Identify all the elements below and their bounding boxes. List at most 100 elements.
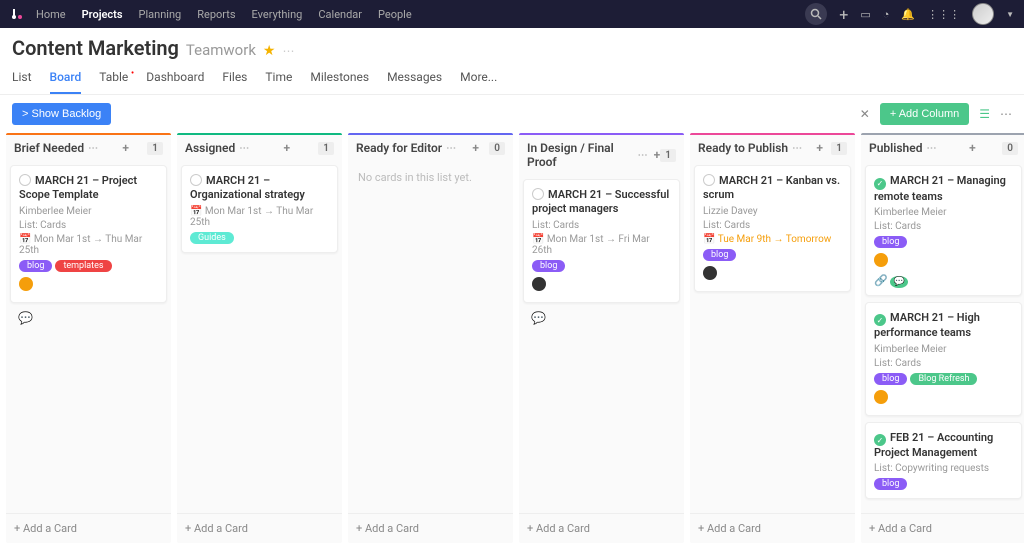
column-more-icon[interactable]: ⋯ <box>926 143 936 154</box>
add-card-button[interactable]: + Add a Card <box>177 513 342 543</box>
folder-icon[interactable]: ▭ <box>860 8 870 21</box>
more-icon[interactable]: ⋯ <box>1000 107 1012 121</box>
tab-board[interactable]: Board <box>50 70 82 94</box>
column-more-icon[interactable]: ⋯ <box>239 143 249 154</box>
tab-list[interactable]: List <box>12 70 32 94</box>
column-title: Ready to Publish <box>698 141 788 155</box>
column-ready-editor: Ready for Editor ⋯ + 0No cards in this l… <box>348 133 513 543</box>
column-more-icon[interactable]: ⋯ <box>88 143 98 154</box>
show-backlog-button[interactable]: > Show Backlog <box>12 103 111 125</box>
app-logo[interactable] <box>10 6 26 22</box>
nav-links: Home Projects Planning Reports Everything Cal… <box>36 8 412 21</box>
column-count: 0 <box>1002 142 1018 155</box>
card[interactable]: MARCH 21 – Kanban vs. scrumLizzie DaveyL… <box>694 165 851 292</box>
column-title: Brief Needed <box>14 141 84 155</box>
star-icon[interactable]: ★ <box>263 43 276 59</box>
check-icon[interactable] <box>190 174 202 186</box>
add-card-button[interactable]: + Add a Card <box>690 513 855 543</box>
board-toolbar: > Show Backlog ✕ + Add Column ☰ ⋯ <box>0 95 1024 133</box>
column-design-proof: In Design / Final Proof ⋯ + 1MARCH 21 – … <box>519 133 684 543</box>
nav-link-reports[interactable]: Reports <box>197 8 235 21</box>
card-title: MARCH 21 – High performance teams <box>874 311 980 340</box>
card[interactable]: ✓FEB 21 – Accounting Project ManagementL… <box>865 422 1022 500</box>
card-assignee: Kimberlee Meier <box>874 207 1013 218</box>
add-card-button[interactable]: + Add a Card <box>348 513 513 543</box>
column-add-icon[interactable]: + <box>816 141 823 155</box>
check-icon[interactable] <box>532 188 544 200</box>
column-title: Published <box>869 141 922 155</box>
comment-icon[interactable]: 💬 <box>523 309 680 331</box>
project-title: Content Marketing <box>12 36 179 60</box>
search-icon[interactable] <box>805 3 827 25</box>
bell-icon[interactable]: 🔔 <box>901 8 915 21</box>
column-count: 1 <box>660 149 676 162</box>
column-more-icon[interactable]: ⋯ <box>792 143 802 154</box>
add-card-button[interactable]: + Add a Card <box>861 513 1024 543</box>
card-list: List: Cards <box>19 220 158 231</box>
column-brief-needed: Brief Needed ⋯ + 1MARCH 21 – Project Sco… <box>6 133 171 543</box>
card[interactable]: ✓MARCH 21 – Managing remote teamsKimberl… <box>865 165 1022 296</box>
nav-link-calendar[interactable]: Calendar <box>318 8 362 21</box>
tab-table[interactable]: Table <box>99 70 128 94</box>
nav-link-people[interactable]: People <box>378 8 412 21</box>
column-count: 1 <box>831 142 847 155</box>
chevron-down-icon[interactable]: ▼ <box>1006 10 1014 19</box>
column-published: Published ⋯ + 0 ✓MARCH 21 – Managing remo… <box>861 133 1024 543</box>
card[interactable]: MARCH 21 – Project Scope TemplateKimberl… <box>10 165 167 303</box>
user-avatar[interactable] <box>972 3 994 25</box>
column-count: 0 <box>489 142 505 155</box>
check-icon[interactable]: ✓ <box>874 314 886 326</box>
nav-link-everything[interactable]: Everything <box>252 8 303 21</box>
card-title: MARCH 21 – Kanban vs. scrum <box>703 174 840 201</box>
column-add-icon[interactable]: + <box>654 148 661 162</box>
nav-link-planning[interactable]: Planning <box>139 8 182 21</box>
tab-time[interactable]: Time <box>265 70 292 94</box>
card[interactable]: MARCH 21 – Successful project managersLi… <box>523 179 680 303</box>
comment-icon[interactable]: 💬 <box>10 309 167 331</box>
column-title: Ready for Editor <box>356 141 442 155</box>
column-title: Assigned <box>185 141 235 155</box>
tab-more-[interactable]: More... <box>460 70 497 94</box>
card[interactable]: MARCH 21 – Organizational strategy📅 Mon … <box>181 165 338 253</box>
column-more-icon[interactable]: ⋯ <box>446 143 456 154</box>
column-add-icon[interactable]: + <box>283 141 290 155</box>
tab-milestones[interactable]: Milestones <box>310 70 369 94</box>
tag: blog <box>874 373 907 385</box>
plus-icon[interactable]: + <box>839 5 848 24</box>
comment-icon[interactable]: 💬 <box>890 276 907 288</box>
check-icon[interactable]: ✓ <box>874 178 886 190</box>
view-tabs: List Board Table Dashboard Files Time Mileston… <box>0 60 1024 95</box>
check-icon[interactable] <box>19 174 31 186</box>
add-column-button[interactable]: + Add Column <box>880 103 969 125</box>
check-icon[interactable] <box>703 174 715 186</box>
add-card-button[interactable]: + Add a Card <box>6 513 171 543</box>
avatar <box>874 253 888 267</box>
attachment-icon: 🔗 <box>874 274 888 287</box>
column-add-icon[interactable]: + <box>472 141 479 155</box>
card-list: List: Cards <box>532 220 671 231</box>
apps-icon[interactable]: ⋮⋮⋮ <box>927 8 960 21</box>
tag: blog <box>703 249 736 261</box>
filter-icon[interactable]: ☰ <box>979 107 990 121</box>
column-add-icon[interactable]: + <box>969 141 976 155</box>
add-card-button[interactable]: + Add a Card <box>519 513 684 543</box>
close-icon[interactable]: ✕ <box>860 107 870 121</box>
card-title: MARCH 21 – Organizational strategy <box>190 174 305 201</box>
column-add-icon[interactable]: + <box>122 141 129 155</box>
tab-files[interactable]: Files <box>222 70 247 94</box>
nav-link-home[interactable]: Home <box>36 8 66 21</box>
card[interactable]: ✓MARCH 21 – High performance teamsKimber… <box>865 302 1022 416</box>
card-assignee: Kimberlee Meier <box>19 206 158 217</box>
tag: templates <box>55 260 111 272</box>
tab-dashboard[interactable]: Dashboard <box>146 70 204 94</box>
column-more-icon[interactable]: ⋯ <box>638 150 648 161</box>
card-list: List: Copywriting requests <box>874 463 1013 474</box>
tag: blog <box>874 236 907 248</box>
tag: blog <box>19 260 52 272</box>
activity-icon[interactable]: ◔ <box>883 8 890 21</box>
avatar <box>703 266 717 280</box>
more-icon[interactable]: ⋯ <box>282 44 294 58</box>
nav-link-projects[interactable]: Projects <box>82 8 123 21</box>
check-icon[interactable]: ✓ <box>874 434 886 446</box>
tab-messages[interactable]: Messages <box>387 70 442 94</box>
